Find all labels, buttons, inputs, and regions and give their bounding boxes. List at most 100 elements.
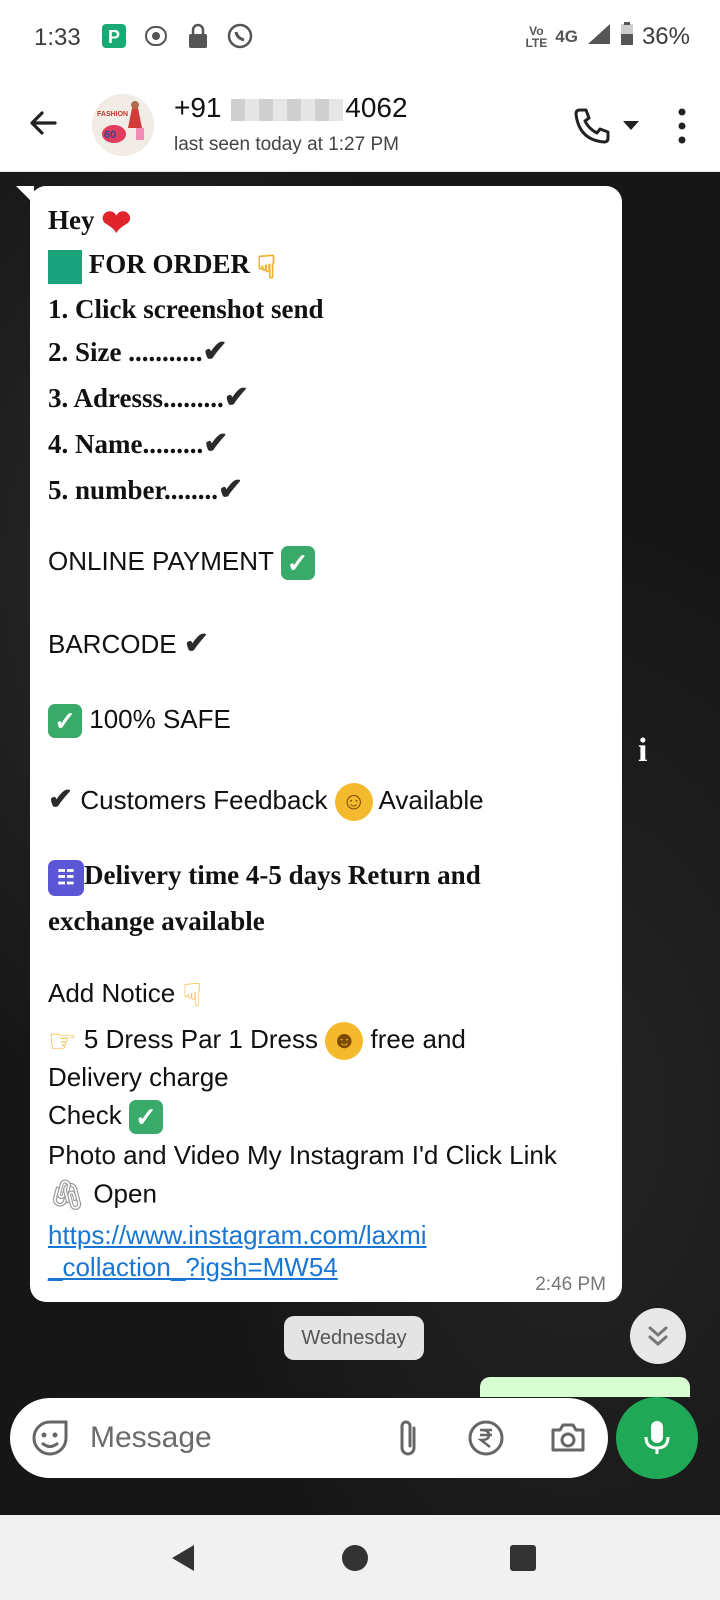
message-composer — [10, 1398, 608, 1478]
nav-back-icon — [172, 1545, 194, 1571]
available-text: Available — [378, 785, 484, 815]
notice-text: Add Notice — [48, 977, 176, 1008]
safe-text: 100% SAFE — [89, 704, 231, 734]
message-line: ✔ Customers Feedback ☺ Available — [48, 782, 484, 822]
grinning-face-icon: ☻ — [325, 1022, 364, 1060]
info-glyph: i — [638, 732, 648, 769]
mic-icon — [644, 1421, 670, 1454]
step-2-text: 2. Size ........... — [48, 337, 203, 367]
check-box-icon: ✓ — [128, 1100, 163, 1135]
camera-icon — [551, 1423, 585, 1452]
caret-down-icon — [623, 121, 639, 130]
order-step-1: 1. Click screenshot send — [48, 294, 324, 324]
network-type: 4G — [555, 26, 578, 46]
system-nav-bar — [0, 1515, 720, 1600]
step-5-text: 5. number........ — [48, 475, 219, 505]
attach-button[interactable] — [388, 1416, 428, 1460]
notification-icons: P — [100, 22, 254, 50]
payment-button[interactable] — [466, 1416, 506, 1460]
scroll-to-bottom-button[interactable] — [630, 1308, 686, 1364]
lock-notification-icon — [184, 22, 212, 50]
smiling-face-icon: ☺ — [334, 783, 373, 822]
status-time: 1:33 — [34, 24, 81, 51]
order-step-5: 5. number........✔ — [48, 472, 243, 507]
check-box-icon: ✓ — [48, 704, 82, 739]
pointing-down-icon: ☟ — [182, 977, 202, 1013]
voice-message-button[interactable] — [616, 1397, 698, 1479]
contact-prefix: +91 — [174, 92, 222, 123]
step-4-text: 4. Name......... — [48, 429, 204, 459]
message-line: exchange available — [48, 906, 265, 936]
call-options-button[interactable] — [620, 116, 642, 134]
instagram-link[interactable]: https://www.instagram.com/laxmi — [48, 1220, 427, 1251]
linked-paperclips-icon: 🖇 — [48, 1179, 87, 1212]
message-line: FOR ORDER ☟ — [48, 248, 276, 286]
battery-percent: 36% — [641, 22, 690, 50]
message-input[interactable] — [90, 1412, 370, 1464]
volte-indicator: Vo LTE — [525, 25, 547, 49]
contact-avatar[interactable]: FASHION 60 — [92, 94, 154, 156]
status-bar: 1:33 P Vo LTE 4G 36% — [0, 0, 720, 80]
message-timestamp: 2:46 PM — [535, 1274, 606, 1295]
back-button[interactable] — [22, 102, 64, 144]
message-line: Check ✓ — [48, 1100, 163, 1135]
open-text: Open — [93, 1178, 157, 1209]
volte-top: Vo — [529, 23, 544, 38]
paytm-notification-icon: P — [100, 22, 128, 50]
whatsapp-notification-icon — [226, 22, 254, 50]
order-step-3: 3. Adresss.........✔ — [48, 380, 249, 415]
nav-home-button[interactable] — [342, 1545, 368, 1571]
last-seen: last seen today at 1:27 PM — [174, 134, 399, 155]
emoji-sticker-icon — [32, 1420, 68, 1456]
link-line-1[interactable]: https://www.instagram.com/laxmi — [48, 1220, 427, 1250]
date-divider: Wednesday — [284, 1316, 424, 1360]
rupee-icon — [468, 1420, 504, 1456]
check-mark-icon: ✔ — [202, 335, 228, 368]
avatar-number: 60 — [104, 129, 116, 141]
paperclip-icon — [400, 1420, 416, 1456]
contact-suffix: 4062 — [345, 92, 408, 123]
more-options-button[interactable] — [670, 102, 694, 150]
voice-call-button[interactable] — [570, 104, 614, 148]
link-line-2[interactable]: _collaction_?igsh=MW54 — [48, 1252, 338, 1282]
online-payment-text: ONLINE PAYMENT — [48, 546, 274, 576]
passport-control-icon: ☷ — [48, 860, 84, 896]
more-vert-icon — [678, 108, 686, 144]
check-mark-icon: ✔ — [218, 473, 244, 506]
phone-icon — [574, 108, 610, 144]
message-line: Delivery charge — [48, 1062, 229, 1092]
message-line: BARCODE ✔ — [48, 626, 209, 661]
system-status-icons: Vo LTE 4G 36% — [525, 22, 690, 51]
redacted-number — [231, 98, 344, 121]
contact-name[interactable]: +91 4062 — [174, 92, 408, 124]
message-line: Photo and Video My Instagram I'd Click L… — [48, 1140, 557, 1170]
message-line: 🖇 Open — [48, 1178, 157, 1213]
red-heart-icon: ❤ — [101, 203, 132, 243]
free-text: free and — [370, 1023, 466, 1054]
chat-header: FASHION 60 +91 4062 last seen today at 1… — [0, 80, 720, 172]
check-text: Check — [48, 1100, 122, 1130]
pointing-down-icon: ☟ — [256, 249, 277, 285]
order-step-2: 2. Size ...........✔ — [48, 334, 228, 369]
nav-recents-button[interactable] — [510, 1545, 536, 1571]
check-mark-icon: ✔ — [223, 381, 249, 414]
check-box-icon: ✓ — [280, 546, 315, 581]
emoji-button[interactable] — [30, 1418, 70, 1458]
outgoing-message-peek — [480, 1377, 690, 1397]
avatar-brand-text: FASHION — [97, 111, 128, 118]
message-line: ONLINE PAYMENT ✓ — [48, 546, 315, 581]
instagram-link-cont[interactable]: _collaction_?igsh=MW54 — [48, 1252, 338, 1283]
delivery-text: Delivery time 4-5 days Return and — [84, 860, 481, 891]
camera-button[interactable] — [548, 1416, 588, 1460]
incoming-message-bubble[interactable]: Hey ❤ FOR ORDER ☟ 1. Click screenshot se… — [16, 186, 622, 1302]
message-line: ✓ 100% SAFE — [48, 704, 231, 739]
nav-back-button[interactable] — [170, 1543, 196, 1578]
chat-area[interactable]: Hey ❤ FOR ORDER ☟ 1. Click screenshot se… — [0, 172, 720, 1515]
step-3-text: 3. Adresss......... — [48, 383, 224, 413]
check-mark-icon: ✔ — [183, 627, 209, 660]
message-line: ☷ Delivery time 4-5 days Return and — [48, 860, 481, 896]
check-mark-icon: ✔ — [203, 427, 229, 460]
greeting-text: Hey — [48, 205, 95, 236]
signal-icon — [586, 22, 612, 51]
barcode-text: BARCODE — [48, 629, 177, 659]
